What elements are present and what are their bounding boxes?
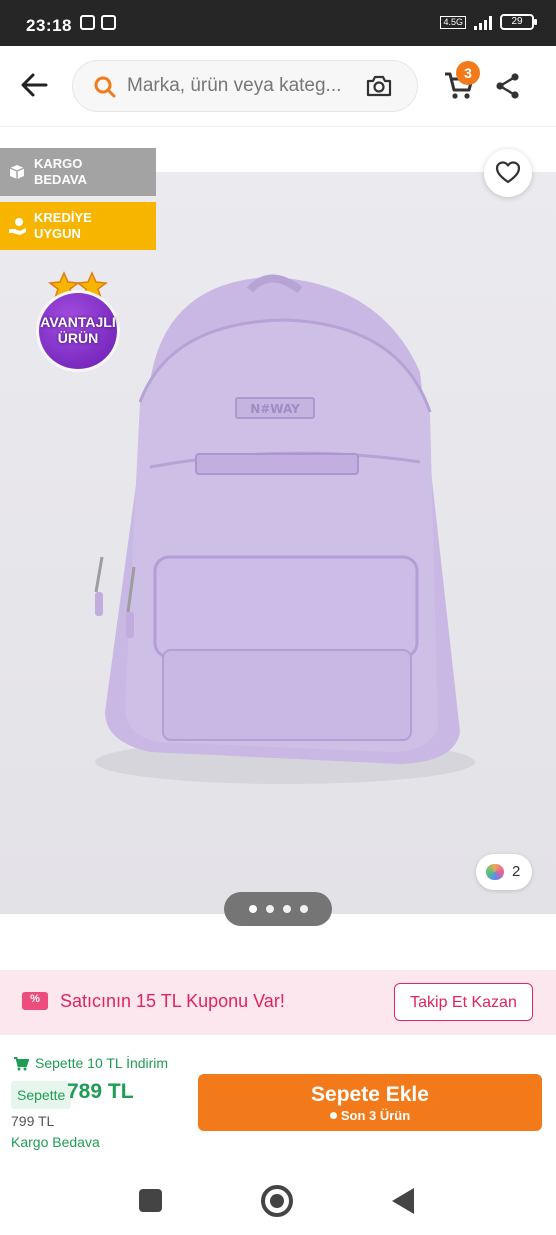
- nfc-icon: [101, 15, 116, 30]
- status-time: 23:18: [26, 16, 72, 35]
- camera-search-icon[interactable]: [365, 73, 393, 99]
- recent-apps-icon[interactable]: [139, 1189, 162, 1212]
- back-triangle-icon[interactable]: [392, 1188, 414, 1214]
- free-shipping-label: Kargo Bedava: [11, 1134, 100, 1150]
- basket-label: Sepette: [17, 1087, 66, 1103]
- coupon-text: Satıcının 15 TL Kuponu Var!: [60, 991, 285, 1011]
- pager-dot-active[interactable]: [248, 905, 257, 913]
- search-icon: [94, 76, 116, 98]
- image-pager[interactable]: [224, 892, 332, 926]
- status-right-icons: 4.5G 29: [440, 14, 537, 30]
- heart-icon: [495, 161, 521, 184]
- free-shipping-tag: KARGO BEDAVA: [0, 148, 156, 196]
- share-icon: [496, 73, 519, 99]
- credit-eligible-tag: KREDİYE UYGUN: [0, 202, 156, 250]
- pager-dot[interactable]: [299, 905, 308, 913]
- pager-dot[interactable]: [282, 905, 291, 913]
- system-navigation-bar: [0, 1160, 556, 1235]
- basket-price-chip: Sepette: [11, 1081, 72, 1109]
- advantage-badge: AVANTAJLI ÜRÜN: [28, 270, 128, 372]
- battery-icon: 29: [500, 14, 537, 30]
- cart-count-badge: 3: [456, 61, 480, 85]
- app-header: 3: [0, 46, 556, 127]
- hand-coin-icon: [9, 218, 26, 235]
- basket-price: 789 TL: [67, 1080, 134, 1103]
- home-icon[interactable]: [261, 1185, 293, 1217]
- stock-note: Son 3 Ürün: [198, 1108, 542, 1123]
- basket-discount-line: Sepette 10 TL İndirim: [13, 1055, 168, 1071]
- box-icon: [9, 165, 25, 179]
- network-type-label: 4.5G: [440, 15, 466, 29]
- original-price: 799 TL: [11, 1113, 55, 1129]
- search-input[interactable]: [127, 69, 357, 103]
- product-image-gallery[interactable]: N#WAY KARGO BEDAVA KREDİYE UYGUN AVANTAJ…: [0, 128, 556, 932]
- back-button[interactable]: [18, 68, 52, 102]
- variant-count: 2: [512, 863, 521, 880]
- coupon-icon-text: %: [30, 993, 40, 1005]
- status-bar: 23:18 4.5G 29: [0, 0, 556, 46]
- signal-icon: [474, 14, 492, 30]
- credit-eligible-text: KREDİYE UYGUN: [34, 210, 92, 241]
- coupon-icon: %: [22, 992, 48, 1010]
- advantage-badge-text: AVANTAJLI ÜRÜN: [40, 314, 116, 346]
- purchase-bar: Sepette 10 TL İndirim Sepette 789 TL 799…: [0, 1034, 556, 1160]
- stock-note-text: Son 3 Ürün: [340, 1108, 411, 1123]
- stock-dot-icon: [329, 1112, 337, 1119]
- follow-and-earn-button[interactable]: Takip Et Kazan: [394, 983, 533, 1021]
- back-arrow-icon: [21, 73, 48, 97]
- brand-patch-text: N#WAY: [250, 402, 300, 416]
- search-bar[interactable]: [72, 60, 418, 112]
- color-palette-icon: [486, 864, 504, 880]
- cart-small-icon: [14, 1056, 29, 1070]
- share-button[interactable]: [494, 72, 522, 105]
- add-to-cart-button[interactable]: Sepete Ekle Son 3 Ürün: [198, 1074, 542, 1131]
- pager-dot[interactable]: [265, 905, 274, 913]
- favorite-button[interactable]: [484, 149, 532, 197]
- free-shipping-text: KARGO BEDAVA: [34, 156, 87, 187]
- image-notification-icon: [80, 15, 95, 30]
- add-to-cart-label: Sepete Ekle: [311, 1083, 429, 1106]
- coupon-banner: % Satıcının 15 TL Kuponu Var! Takip Et K…: [0, 970, 556, 1034]
- status-notification-icons: [80, 15, 116, 30]
- basket-discount-text: Sepette 10 TL İndirim: [35, 1055, 169, 1071]
- color-variants-chip[interactable]: 2: [476, 854, 532, 890]
